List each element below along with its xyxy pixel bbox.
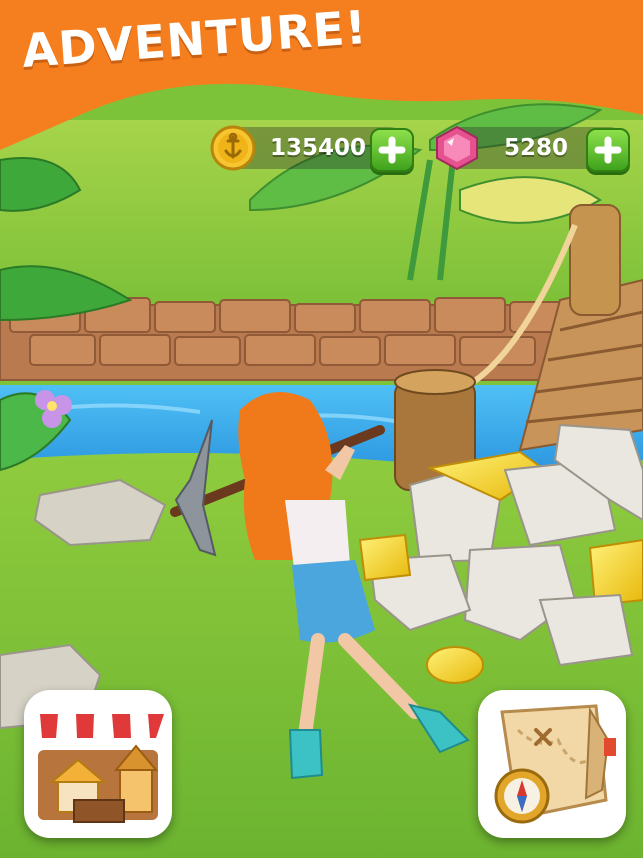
add-gems-button[interactable]	[586, 128, 630, 172]
game-scene: ADVENTURE! 135400 5280	[0, 0, 643, 858]
market-stall-icon	[32, 714, 164, 823]
anchor-coin-icon	[210, 125, 256, 171]
add-coins-button[interactable]	[370, 128, 414, 172]
pink-gem-icon	[436, 125, 478, 171]
map-button[interactable]	[478, 690, 626, 838]
shop-button[interactable]	[24, 690, 172, 838]
gems-value: 5280	[504, 135, 569, 161]
treasure-map-compass-icon	[494, 704, 616, 824]
coins-value: 135400	[270, 135, 367, 161]
plus-icon	[378, 136, 406, 164]
plus-icon	[594, 136, 622, 164]
